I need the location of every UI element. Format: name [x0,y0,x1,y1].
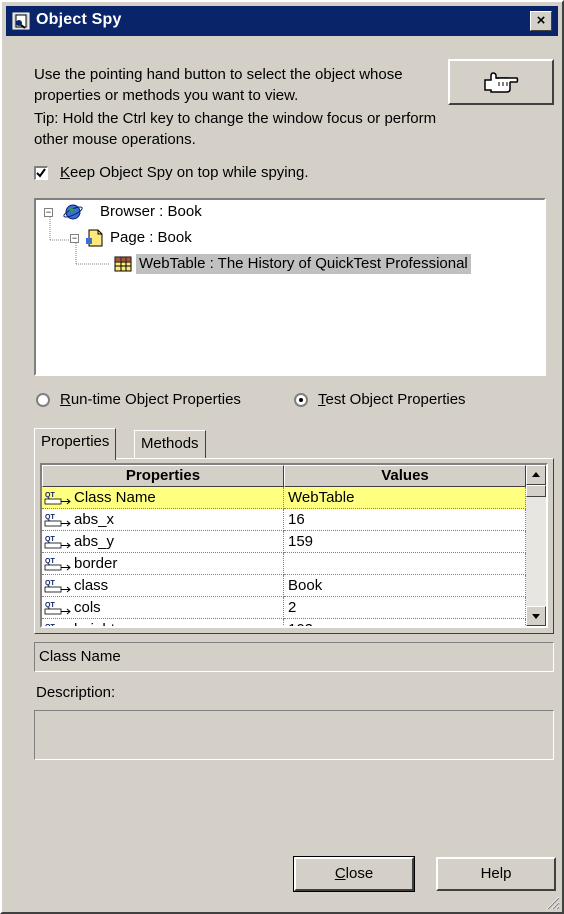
table-row[interactable]: QT cols 2 [42,597,526,619]
property-name: class [74,577,109,594]
resize-grip-icon[interactable] [544,894,560,910]
close-button[interactable]: Close [293,856,415,892]
properties-grid[interactable]: Properties Values QT Class Name WebTable QT… [40,463,548,628]
property-icon: QT [44,558,71,571]
property-value: 2 [288,599,297,616]
property-value: Book [288,577,323,594]
help-button[interactable]: Help [436,857,556,891]
selected-property-text: Class Name [39,648,121,665]
svg-text:QT: QT [45,536,55,543]
column-header-properties[interactable]: Properties [42,465,284,487]
property-name: border [74,555,118,572]
browser-globe-icon [63,204,83,220]
tab-methods[interactable]: Methods [134,430,206,458]
property-value: 159 [288,533,314,550]
webtable-icon [114,256,132,272]
property-value-cell[interactable]: 16 [284,509,526,531]
property-icon: QT [44,580,71,593]
runtime-properties-option[interactable]: Run-time Object Properties [36,391,276,409]
property-icon: QT [44,602,71,615]
property-name: abs_y [74,533,115,550]
property-value: 102 [288,619,313,626]
table-row[interactable]: QT abs_y 159 [42,531,526,553]
property-icon: QT [45,624,55,628]
table-row[interactable]: QT class Book [42,575,526,597]
object-hierarchy-tree[interactable]: − Browser : Book − Page : Book WebTable … [34,198,546,376]
title-bar[interactable]: Object Spy × [6,6,558,36]
close-button-accel: C [334,865,346,882]
column-header-values[interactable]: Values [284,465,526,487]
property-value-cell[interactable]: Book [284,575,526,597]
property-icon: QT [44,536,71,549]
scroll-down-button[interactable] [526,606,546,626]
property-value-cell[interactable] [284,553,526,575]
checkmark-icon [36,168,46,178]
close-button-label: lose [345,865,374,882]
property-name: height [74,619,115,626]
svg-text:QT: QT [45,580,55,587]
table-row[interactable]: QT height 102 [42,619,526,628]
test-properties-label: Test Object Properties [318,391,466,408]
runtime-properties-radio[interactable] [36,393,50,407]
tab-properties[interactable]: Properties [34,428,117,460]
property-value-cell[interactable]: 102 [284,619,526,626]
close-icon[interactable]: × [530,11,552,31]
svg-text:QT: QT [45,492,55,499]
svg-text:QT: QT [45,558,55,565]
runtime-properties-label: Run-time Object Properties [60,391,241,408]
svg-text:QT: QT [45,602,55,609]
property-value: WebTable [288,489,355,506]
tree-node-label: WebTable : The History of QuickTest Prof… [136,254,471,274]
property-name: Class Name [74,489,156,506]
property-name-cell[interactable]: QT cols [42,597,284,619]
property-value: 16 [288,511,305,528]
property-name: abs_x [74,511,115,528]
keep-on-top-option[interactable]: Keep Object Spy on top while spying. [34,164,364,182]
property-name-cell[interactable]: QT Class Name [42,487,284,509]
keep-on-top-checkbox[interactable] [34,166,48,180]
scroll-thumb[interactable] [526,485,546,497]
property-name-cell[interactable]: QT border [42,553,284,575]
tree-connector-lines [49,217,110,265]
pointing-hand-icon [484,72,519,93]
property-name-cell[interactable]: QT class [42,575,284,597]
window-title: Object Spy [36,11,122,28]
property-name-cell[interactable]: QT abs_y [42,531,284,553]
property-name-cell[interactable]: QT height [42,619,284,628]
selected-property-field: Class Name [34,642,554,672]
page-icon [86,229,103,247]
tree-node-label: Browser : Book [100,203,202,220]
vertical-scrollbar[interactable] [526,465,546,626]
arrow-up-icon [532,472,540,477]
pointing-hand-button[interactable] [448,59,554,105]
object-spy-window: Object Spy × Use the pointing hand butto… [0,0,564,914]
description-field [34,710,554,760]
instructions-text: Use the pointing hand button to select t… [34,66,403,104]
property-name-cell[interactable]: QT abs_x [42,509,284,531]
property-icon: QT [44,492,71,505]
keep-on-top-label: Keep Object Spy on top while spying. [60,164,309,181]
scroll-up-button[interactable] [526,465,546,485]
test-properties-option[interactable]: Test Object Properties [294,391,514,409]
property-value-cell[interactable]: 2 [284,597,526,619]
table-row[interactable]: QT border [42,553,526,575]
property-value-cell[interactable]: WebTable [284,487,526,509]
collapse-toggle-icon[interactable]: − [70,234,79,243]
svg-text:QT: QT [45,514,55,521]
property-value-cell[interactable]: 159 [284,531,526,553]
collapse-toggle-icon[interactable]: − [44,208,53,217]
property-name: cols [74,599,101,616]
property-icon: QT [44,514,71,527]
object-spy-app-icon [12,12,30,30]
description-label: Description: [36,684,116,701]
tip-text: Tip: Hold the Ctrl key to change the win… [34,110,437,148]
table-row[interactable]: QT abs_x 16 [42,509,526,531]
grid-header: Properties Values [42,465,526,487]
test-properties-radio[interactable] [294,393,308,407]
arrow-down-icon [532,614,540,619]
svg-text:QT: QT [45,624,55,628]
tree-node-label: Page : Book [110,229,192,246]
table-row[interactable]: QT Class Name WebTable [42,487,526,509]
